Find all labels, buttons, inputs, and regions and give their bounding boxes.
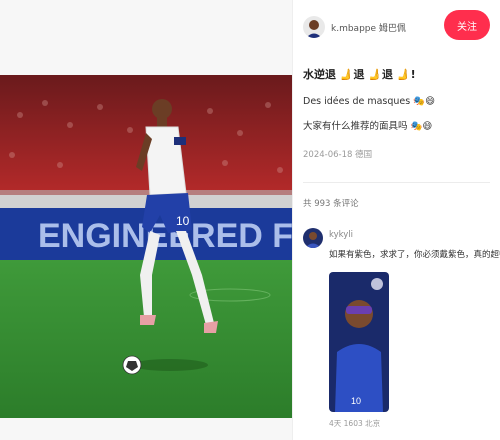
follow-button[interactable]: 关注 — [444, 10, 490, 40]
post-title: 水逆退 🫸退 🫸退 🫸! — [303, 68, 416, 81]
comment-image[interactable]: 10 — [329, 272, 389, 412]
section-divider — [303, 182, 490, 183]
post-photo[interactable]: ENGINEERED FOR 10 — [0, 75, 292, 418]
post-date-location: 2024-06-18 德国 — [303, 150, 373, 160]
comment-count: 共 993 条评论 — [303, 199, 359, 209]
comment-text: 如果有紫色，求求了，你必须戴紫色，真的超帅 — [329, 250, 500, 260]
commenter-name[interactable]: kykyli — [329, 230, 353, 240]
author-name[interactable]: k.mbappe 姆巴佩 — [331, 21, 406, 34]
commenter-avatar[interactable] — [303, 228, 323, 248]
comment-item: kykyli 如果有紫色，求求了，你必须戴紫色，真的超帅 10 4天 1603 … — [303, 228, 500, 433]
player-photo: ENGINEERED FOR 10 — [0, 75, 292, 418]
comment-meta: 4天 1603 北京 — [329, 419, 381, 428]
post-text-line-2: 大家有什么推荐的面具吗 🎭😄 — [303, 121, 433, 132]
post-text-line-1: Des idées de masques 🎭😄 — [303, 96, 435, 107]
post-detail-pane: k.mbappe 姆巴佩 关注 水逆退 🫸退 🫸退 🫸! Des idées d… — [293, 0, 500, 440]
author-avatar[interactable] — [303, 16, 325, 38]
comment-image-number: 10 — [351, 396, 361, 406]
media-pane: ENGINEERED FOR 10 — [0, 0, 292, 440]
author-row: k.mbappe 姆巴佩 — [303, 12, 406, 42]
jersey-number: 10 — [176, 214, 190, 228]
